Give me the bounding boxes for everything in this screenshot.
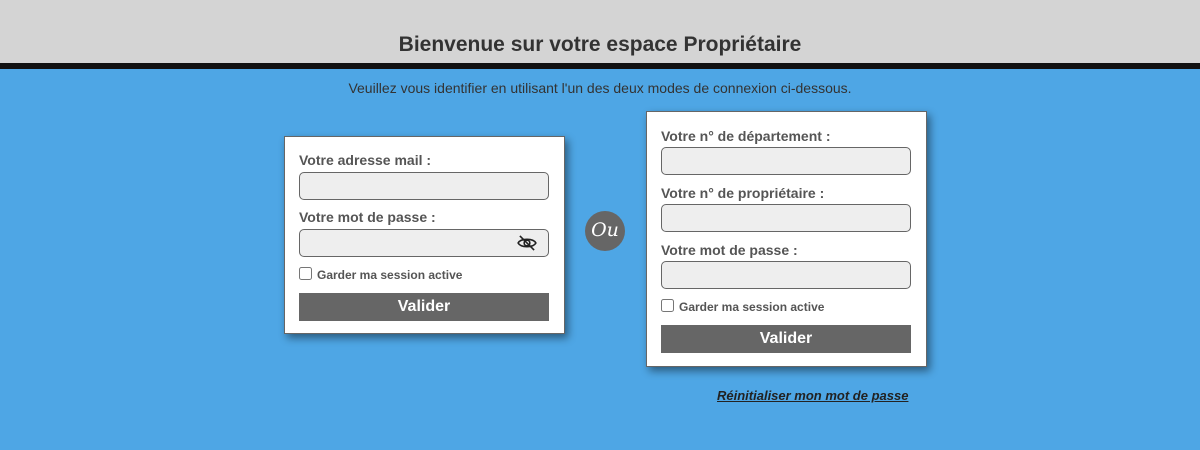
page-header: Bienvenue sur votre espace Propriétaire [0, 0, 1200, 69]
owner-password-field[interactable] [661, 261, 911, 289]
owner-password-label: Votre mot de passe : [661, 242, 798, 258]
owner-number-field[interactable] [661, 204, 911, 232]
email-field[interactable] [299, 172, 549, 200]
email-login-card: Votre adresse mail : Votre mot de passe … [284, 136, 565, 334]
page-title: Bienvenue sur votre espace Propriétaire [398, 33, 802, 56]
owner-remember-session-label: Garder ma session active [679, 300, 825, 314]
owner-remember-session-checkbox[interactable] [661, 299, 674, 312]
remember-session-label: Garder ma session active [317, 268, 463, 282]
remember-session-checkbox[interactable] [299, 267, 312, 280]
or-separator: Ou [585, 211, 625, 251]
password-field[interactable] [299, 229, 549, 257]
email-submit-button[interactable]: Valider [299, 293, 549, 321]
password-label: Votre mot de passe : [299, 209, 436, 225]
email-label: Votre adresse mail : [299, 152, 432, 168]
department-label: Votre n° de département : [661, 128, 831, 144]
owner-login-card: Votre n° de département : Votre n° de pr… [646, 111, 927, 367]
reset-password-link[interactable]: Réinitialiser mon mot de passe [717, 388, 908, 403]
intro-text: Veuillez vous identifier en utilisant l'… [348, 80, 852, 96]
eye-slash-icon[interactable] [516, 235, 538, 251]
owner-submit-button[interactable]: Valider [661, 325, 911, 353]
department-field[interactable] [661, 147, 911, 175]
owner-number-label: Votre n° de propriétaire : [661, 185, 825, 201]
